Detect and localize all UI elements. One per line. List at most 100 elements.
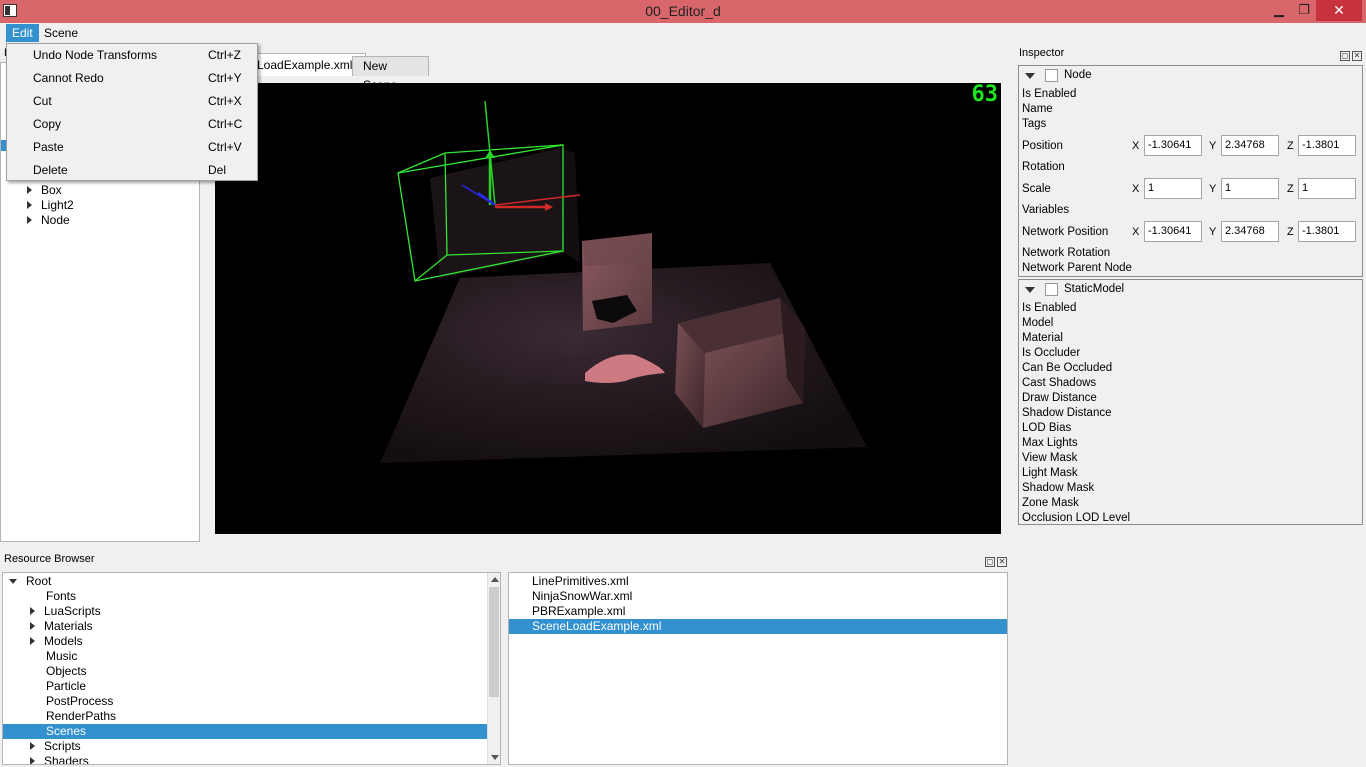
attr-row: Occlusion LOD Level	[1022, 512, 1131, 524]
float-icon[interactable]: ◻	[1340, 51, 1350, 61]
scene-render	[380, 100, 867, 463]
resource-browser-title: Resource Browser	[4, 553, 95, 565]
tree-item[interactable]: Fonts	[46, 589, 76, 604]
resource-tree-scrollbar[interactable]	[487, 573, 500, 764]
title-bar: 00_Editor_d ▁ ❐ ✕	[0, 0, 1366, 23]
attr-row: Zone Mask	[1022, 497, 1079, 509]
menu-item-copy[interactable]: Copy Ctrl+C	[7, 113, 257, 136]
attr-position: Position	[1022, 140, 1063, 152]
collapse-arrow-icon[interactable]	[1025, 73, 1035, 79]
menu-item-cut[interactable]: Cut Ctrl+X	[7, 90, 257, 113]
tree-item[interactable]: Materials	[30, 619, 93, 634]
tree-item[interactable]: LuaScripts	[30, 604, 101, 619]
axis-x-label: X	[1132, 183, 1140, 195]
node-enabled-checkbox[interactable]	[1045, 69, 1058, 82]
attr-row: View Mask	[1022, 452, 1078, 464]
menu-scene[interactable]: Scene	[38, 24, 84, 42]
tree-item[interactable]: Node	[27, 213, 70, 228]
close-icon[interactable]: ✕	[1352, 51, 1362, 61]
attr-row: Material	[1022, 332, 1063, 344]
expand-arrow-icon[interactable]	[30, 757, 35, 764]
inspector-title: Inspector	[1019, 47, 1065, 59]
static-model-enabled-checkbox[interactable]	[1045, 283, 1058, 296]
expand-arrow-icon[interactable]	[30, 742, 35, 750]
attr-is-enabled: Is Enabled	[1022, 88, 1077, 100]
position-y-field[interactable]: 2.34768	[1221, 135, 1279, 156]
tree-item-root[interactable]: Root	[9, 574, 51, 589]
tree-item[interactable]: Objects	[46, 664, 87, 679]
static-model-header: StaticModel	[1064, 283, 1125, 295]
scroll-up-icon[interactable]	[491, 577, 499, 582]
file-item-selected[interactable]: SceneLoadExample.xml	[509, 619, 1007, 634]
attr-row: Light Mask	[1022, 467, 1078, 479]
menu-bar: Edit Scene	[0, 23, 1366, 43]
tree-item-selected[interactable]: Scenes	[3, 724, 487, 739]
attr-row: Can Be Occluded	[1022, 362, 1113, 374]
network-position-y-field[interactable]: 2.34768	[1221, 221, 1279, 242]
resource-file-list[interactable]: LinePrimitives.xml NinjaSnowWar.xml PBRE…	[508, 572, 1008, 765]
menu-item-paste[interactable]: Paste Ctrl+V	[7, 136, 257, 159]
tab-new-scene[interactable]: New Scene	[352, 56, 429, 92]
scale-y-field[interactable]: 1	[1221, 178, 1279, 199]
attr-row: Cast Shadows	[1022, 377, 1097, 389]
attr-row: Is Enabled	[1022, 302, 1077, 314]
tree-item[interactable]: Particle	[46, 679, 86, 694]
expand-arrow-icon[interactable]	[30, 607, 35, 615]
file-item[interactable]: PBRExample.xml	[532, 604, 625, 619]
expand-arrow-icon[interactable]	[30, 637, 35, 645]
attr-rotation: Rotation	[1022, 161, 1065, 173]
close-icon[interactable]: ✕	[997, 557, 1007, 567]
tree-item[interactable]: Shaders	[30, 754, 89, 764]
tree-item[interactable]: Box	[27, 183, 62, 198]
close-button[interactable]: ✕	[1316, 0, 1362, 21]
expand-arrow-icon[interactable]	[27, 201, 32, 209]
tab-scene-load-example[interactable]: LoadExample.xml	[254, 53, 366, 76]
static-model-component-panel: StaticModel Is Enabled Model Material Is…	[1018, 279, 1363, 525]
tab-bar: LoadExample.xml New Scene	[214, 53, 1002, 92]
tree-item[interactable]: Music	[46, 649, 77, 664]
attr-network-rotation: Network Rotation	[1022, 247, 1111, 259]
inspector-panel-buttons: ◻ ✕	[1338, 47, 1362, 61]
tree-item[interactable]: Light2	[27, 198, 74, 213]
attr-network-position: Network Position	[1022, 226, 1109, 238]
collapse-arrow-icon[interactable]	[1025, 287, 1035, 293]
position-x-field[interactable]: -1.30641	[1144, 135, 1202, 156]
expand-arrow-icon[interactable]	[27, 216, 32, 224]
expand-arrow-icon[interactable]	[30, 622, 35, 630]
menu-item-redo[interactable]: Cannot Redo Ctrl+Y	[7, 67, 257, 90]
resource-folder-tree[interactable]: Root Fonts LuaScripts Materials Models M…	[2, 572, 501, 765]
menu-edit[interactable]: Edit	[6, 24, 39, 42]
maximize-button[interactable]: ❐	[1291, 0, 1317, 21]
axis-y-label: Y	[1209, 226, 1217, 238]
scene-viewport[interactable]: 63	[215, 83, 1001, 534]
position-z-field[interactable]: -1.3801	[1298, 135, 1356, 156]
node-header: Node	[1064, 69, 1092, 81]
attr-network-parent-node: Network Parent Node	[1022, 262, 1132, 274]
network-position-x-field[interactable]: -1.30641	[1144, 221, 1202, 242]
attr-row: Shadow Mask	[1022, 482, 1095, 494]
tree-item[interactable]: Models	[30, 634, 83, 649]
menu-item-delete[interactable]: Delete Del	[7, 159, 257, 182]
attr-row: Shadow Distance	[1022, 407, 1112, 419]
minimize-button[interactable]: ▁	[1266, 0, 1292, 21]
edit-menu-dropdown: Undo Node Transforms Ctrl+Z Cannot Redo Ct…	[6, 43, 258, 181]
fps-counter: 63	[971, 83, 999, 107]
file-item[interactable]: LinePrimitives.xml	[532, 574, 629, 589]
float-icon[interactable]: ◻	[985, 557, 995, 567]
tree-item[interactable]: Scripts	[30, 739, 81, 754]
file-item[interactable]: NinjaSnowWar.xml	[532, 589, 632, 604]
expand-arrow-icon[interactable]	[27, 186, 32, 194]
scroll-down-icon[interactable]	[491, 755, 499, 760]
axis-z-label: Z	[1287, 183, 1294, 195]
scroll-thumb[interactable]	[489, 587, 499, 697]
node-component-panel: Node Is Enabled Name Tags Position X -1.…	[1018, 65, 1363, 277]
attr-variables: Variables	[1022, 204, 1070, 216]
collapse-arrow-icon[interactable]	[9, 579, 17, 584]
axis-y-label: Y	[1209, 140, 1217, 152]
tree-item[interactable]: RenderPaths	[46, 709, 116, 724]
tree-item[interactable]: PostProcess	[46, 694, 113, 709]
network-position-z-field[interactable]: -1.3801	[1298, 221, 1356, 242]
scale-x-field[interactable]: 1	[1144, 178, 1202, 199]
scale-z-field[interactable]: 1	[1298, 178, 1356, 199]
menu-item-undo[interactable]: Undo Node Transforms Ctrl+Z	[7, 44, 257, 67]
